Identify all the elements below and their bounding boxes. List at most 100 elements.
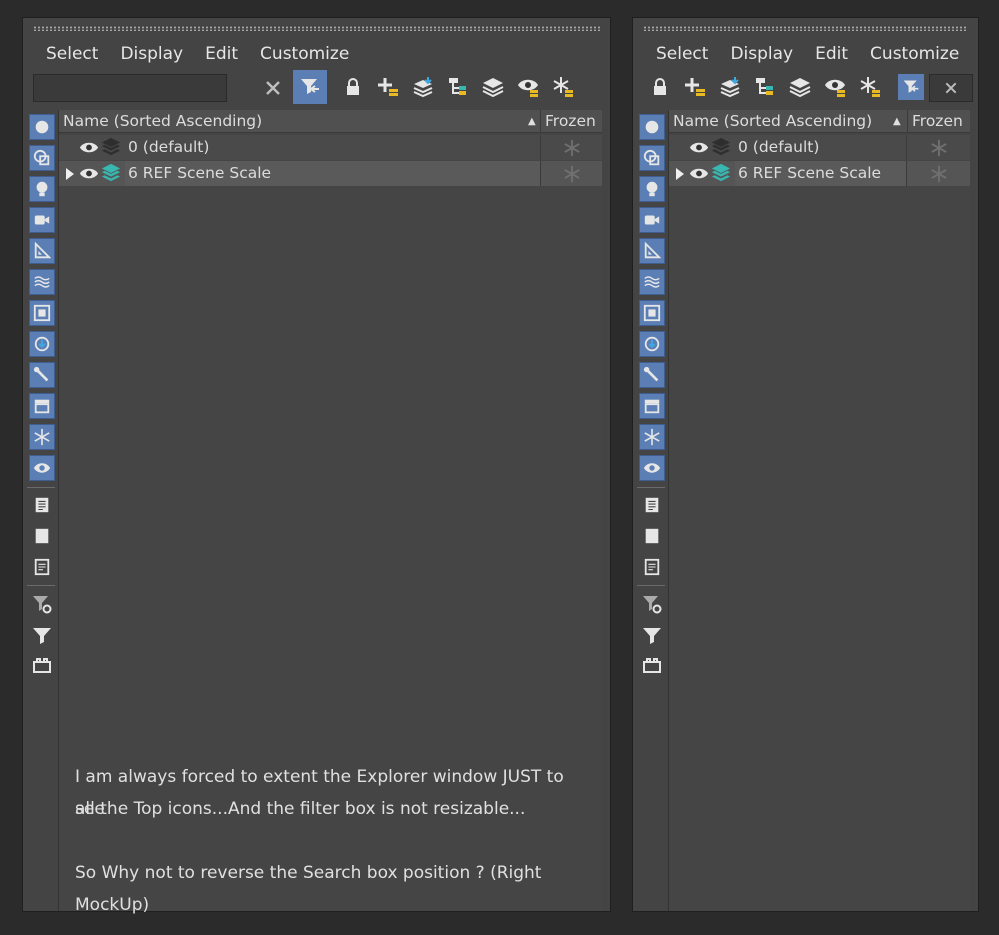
light-icon (33, 180, 51, 198)
layer-row[interactable]: 0 (default) (59, 135, 602, 160)
display-children-button[interactable] (29, 653, 55, 679)
add-layer-button[interactable] (680, 72, 710, 102)
hierarchy-button[interactable] (750, 72, 780, 102)
lock-button[interactable] (645, 72, 675, 102)
xref-icon (33, 335, 51, 353)
hierarchy-button[interactable] (443, 72, 473, 102)
hide-button[interactable] (513, 72, 543, 102)
filter-button[interactable] (29, 622, 55, 648)
freeze-button[interactable] (855, 72, 885, 102)
menu-customize[interactable]: Customize (859, 42, 970, 66)
frozen-toggle[interactable] (906, 161, 970, 186)
frozen-toggle[interactable] (540, 161, 602, 186)
expand-arrow-icon[interactable] (675, 168, 685, 180)
filter-settings-button[interactable] (29, 591, 55, 617)
container-icon (643, 397, 661, 415)
filter-shapes-button[interactable] (639, 145, 665, 171)
filter-toggle-button[interactable] (898, 74, 924, 100)
clear-search-button[interactable] (258, 74, 288, 102)
menu-display[interactable]: Display (719, 42, 804, 66)
menu-edit[interactable]: Edit (804, 42, 859, 66)
freeze-button[interactable] (548, 72, 578, 102)
add-layer-button[interactable] (373, 72, 403, 102)
filter-geometry-button[interactable] (29, 114, 55, 140)
filter-hidden-button[interactable] (29, 455, 55, 481)
menu-customize[interactable]: Customize (249, 42, 360, 66)
menu-edit[interactable]: Edit (194, 42, 249, 66)
select-none-button[interactable] (639, 523, 665, 549)
filter-cameras-button[interactable] (29, 207, 55, 233)
visibility-eye-icon[interactable] (689, 141, 709, 154)
hide-button[interactable] (820, 72, 850, 102)
filter-containers-button[interactable] (29, 393, 55, 419)
freeze-icon (552, 76, 574, 98)
light-icon (643, 180, 661, 198)
frozen-toggle[interactable] (906, 135, 970, 160)
visibility-eye-icon[interactable] (79, 141, 99, 154)
filter-groups-button[interactable] (639, 300, 665, 326)
filter-helpers-button[interactable] (29, 238, 55, 264)
visibility-eye-icon[interactable] (689, 167, 709, 180)
filter-containers-button[interactable] (639, 393, 665, 419)
filter-xrefs-button[interactable] (639, 331, 665, 357)
visibility-eye-icon[interactable] (79, 167, 99, 180)
filter-groups-button[interactable] (29, 300, 55, 326)
filter-cameras-button[interactable] (639, 207, 665, 233)
expand-arrow-icon[interactable] (65, 168, 75, 180)
filter-button[interactable] (639, 622, 665, 648)
eye-icon (33, 459, 51, 477)
layer-name: 0 (default) (128, 138, 210, 156)
menu-select[interactable]: Select (645, 42, 719, 66)
camera-icon (33, 211, 51, 229)
add-to-layer-button[interactable] (408, 72, 438, 102)
add-to-layer-button[interactable] (715, 72, 745, 102)
filter-hidden-button[interactable] (639, 455, 665, 481)
filter-toggle-button[interactable] (293, 70, 327, 104)
select-all-button[interactable] (29, 492, 55, 518)
column-name-header[interactable]: Name (Sorted Ascending) (673, 110, 872, 133)
filter-spacewarps-button[interactable] (29, 269, 55, 295)
shapes-icon (33, 149, 51, 167)
menu-select[interactable]: Select (35, 42, 109, 66)
layer-row[interactable]: 0 (default) (669, 135, 970, 160)
filter-geometry-button[interactable] (639, 114, 665, 140)
search-input[interactable] (33, 74, 227, 102)
scene-explorer-panel-left: Select Display Edit Customize Name (Sort… (22, 17, 611, 915)
sort-ascending-icon: ▲ (893, 116, 901, 127)
column-name-header[interactable]: Name (Sorted Ascending) (63, 110, 262, 133)
select-invert-button[interactable] (29, 554, 55, 580)
filter-lights-button[interactable] (29, 176, 55, 202)
select-invert-button[interactable] (639, 554, 665, 580)
filter-helpers-button[interactable] (639, 238, 665, 264)
filter-frozen-button[interactable] (29, 424, 55, 450)
filter-frozen-button[interactable] (639, 424, 665, 450)
filter-spacewarps-button[interactable] (639, 269, 665, 295)
add-to-layer-icon (412, 76, 434, 98)
filter-settings-button[interactable] (639, 591, 665, 617)
layers-button[interactable] (478, 72, 508, 102)
lock-button[interactable] (338, 72, 368, 102)
panel-grip[interactable] (33, 26, 600, 31)
frozen-toggle[interactable] (540, 135, 602, 160)
menu-display[interactable]: Display (109, 42, 194, 66)
filter-bones-button[interactable] (639, 362, 665, 388)
layer-row[interactable]: 6 REF Scene Scale (669, 161, 970, 186)
spacewarp-icon (643, 273, 661, 291)
square-icon (33, 527, 51, 545)
column-frozen-header[interactable]: Frozen (540, 110, 603, 133)
layers-button[interactable] (785, 72, 815, 102)
select-all-button[interactable] (639, 492, 665, 518)
close-icon[interactable] (944, 81, 958, 95)
filter-bones-button[interactable] (29, 362, 55, 388)
panel-grip[interactable] (643, 26, 968, 31)
layer-row[interactable]: 6 REF Scene Scale (59, 161, 602, 186)
filter-xrefs-button[interactable] (29, 331, 55, 357)
search-input[interactable] (929, 74, 973, 102)
sidebar-divider (27, 585, 55, 586)
filter-lights-button[interactable] (639, 176, 665, 202)
column-frozen-header[interactable]: Frozen (907, 110, 971, 133)
shapes-icon (643, 149, 661, 167)
display-children-button[interactable] (639, 653, 665, 679)
select-none-button[interactable] (29, 523, 55, 549)
filter-shapes-button[interactable] (29, 145, 55, 171)
